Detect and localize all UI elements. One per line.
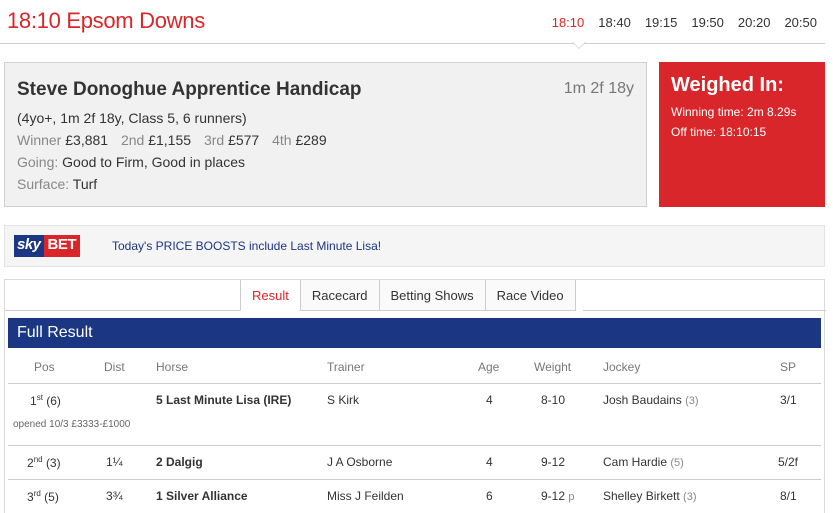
prize-value: £1,155 xyxy=(148,132,192,148)
race-time-link[interactable]: 20:50 xyxy=(784,15,817,30)
logo-sky: sky xyxy=(14,235,44,257)
row-divider xyxy=(8,479,821,480)
winning-time: Winning time: 2m 8.29s xyxy=(671,105,797,119)
race-distance: 1m 2f 18y xyxy=(563,80,634,97)
race-info-box: Steve Donoghue Apprentice Handicap 1m 2f… xyxy=(4,62,647,207)
starting-price: 3/1 xyxy=(780,393,797,407)
full-result-heading: Full Result xyxy=(8,318,821,348)
prize-value: £577 xyxy=(228,132,260,148)
skybet-logo: sky BET xyxy=(14,235,81,257)
result-dist: 3¾ xyxy=(106,489,123,503)
prize-value: £3,881 xyxy=(65,132,109,148)
price-boost-link[interactable]: Today's PRICE BOOSTS include Last Minute… xyxy=(112,239,381,253)
weighed-in-box: Weighed In: Winning time: 2m 8.29s Off t… xyxy=(659,62,825,207)
tab-divider xyxy=(5,310,240,311)
logo-bet: BET xyxy=(43,235,81,257)
surface-label: Surface: xyxy=(17,176,70,192)
horse-age: 4 xyxy=(486,455,493,469)
surface-value: Turf xyxy=(72,176,98,192)
going-label: Going: xyxy=(17,154,59,170)
trainer-link[interactable]: S Kirk xyxy=(327,393,359,407)
starting-price: 8/1 xyxy=(780,489,797,503)
off-time: Off time: 18:10:15 xyxy=(671,125,767,139)
col-sp: SP xyxy=(780,360,797,374)
row-divider xyxy=(8,383,821,384)
opening-price: opened 10/3 £3333-£1000 xyxy=(13,419,131,430)
jockey-link[interactable]: Cam Hardie (5) xyxy=(603,455,684,469)
jockey-link[interactable]: Josh Baudains (3) xyxy=(603,393,699,407)
row-divider xyxy=(8,445,821,446)
result-dist: 1¼ xyxy=(106,455,123,469)
race-time-link[interactable]: 19:50 xyxy=(691,15,724,30)
tab-betting-shows[interactable]: Betting Shows xyxy=(378,280,485,311)
race-time-link[interactable]: 19:15 xyxy=(645,15,678,30)
col-dist: Dist xyxy=(104,360,125,374)
race-time-nav: 18:10 18:40 19:15 19:50 20:20 20:50 xyxy=(538,15,817,30)
result-tabs: Result Racecard Betting Shows Race Video xyxy=(240,280,576,311)
col-age: Age xyxy=(478,360,500,374)
horse-age: 4 xyxy=(486,393,493,407)
prize-label: Winner xyxy=(17,132,62,148)
result-pos: 1st (6) xyxy=(30,393,61,408)
surface: Surface: Turf xyxy=(17,176,97,192)
prize-label: 4th xyxy=(272,132,292,148)
starting-price: 5/2f xyxy=(778,455,799,469)
tab-racecard[interactable]: Racecard xyxy=(299,280,379,311)
col-horse: Horse xyxy=(156,360,189,374)
race-time-link[interactable]: 18:40 xyxy=(598,15,631,30)
horse-link[interactable]: 1 Silver Alliance xyxy=(156,489,248,503)
col-weight: Weight xyxy=(534,360,572,374)
result-pos: 3rd (5) xyxy=(27,489,59,504)
result-pos: 2nd (3) xyxy=(27,455,61,470)
prize-value: £289 xyxy=(295,132,327,148)
horse-link[interactable]: 2 Dalgig xyxy=(156,455,203,469)
result-panel: Result Racecard Betting Shows Race Video… xyxy=(4,279,826,513)
race-conditions: (4yo+, 1m 2f 18y, Class 5, 6 runners) xyxy=(17,110,247,126)
prize-label: 2nd xyxy=(120,132,145,148)
horse-weight: 9-12 p xyxy=(541,489,575,503)
horse-age: 6 xyxy=(486,489,493,503)
jockey-link[interactable]: Shelley Birkett (3) xyxy=(603,489,697,503)
horse-weight: 9-12 xyxy=(541,455,566,469)
col-trainer: Trainer xyxy=(327,360,365,374)
race-name: Steve Donoghue Apprentice Handicap xyxy=(17,79,362,100)
prize-money: Winner £3,881 2nd £1,155 3rd £577 4th £2… xyxy=(17,132,327,148)
going: Going: Good to Firm, Good in places xyxy=(17,154,245,170)
prize-label: 3rd xyxy=(203,132,225,148)
trainer-link[interactable]: Miss J Feilden xyxy=(327,489,404,503)
horse-link[interactable]: 5 Last Minute Lisa (IRE) xyxy=(156,393,291,407)
weighed-in-title: Weighed In: xyxy=(671,74,784,96)
race-time-link[interactable]: 18:10 xyxy=(552,15,585,30)
tab-result[interactable]: Result xyxy=(240,280,300,311)
race-header: 18:10 Epsom Downs 18:10 18:40 19:15 19:5… xyxy=(0,0,825,44)
active-time-pointer xyxy=(572,42,586,50)
col-jockey: Jockey xyxy=(603,360,641,374)
col-pos: Pos xyxy=(34,360,55,374)
race-time-link[interactable]: 20:20 xyxy=(738,15,771,30)
tab-divider xyxy=(583,310,826,311)
venue-title: 18:10 Epsom Downs xyxy=(7,8,205,33)
going-value: Good to Firm, Good in places xyxy=(62,154,246,170)
promo-bar[interactable]: sky BET Today's PRICE BOOSTS include Las… xyxy=(4,225,825,267)
tab-race-video[interactable]: Race Video xyxy=(484,280,576,311)
horse-weight: 8-10 xyxy=(541,393,566,407)
trainer-link[interactable]: J A Osborne xyxy=(327,455,392,469)
